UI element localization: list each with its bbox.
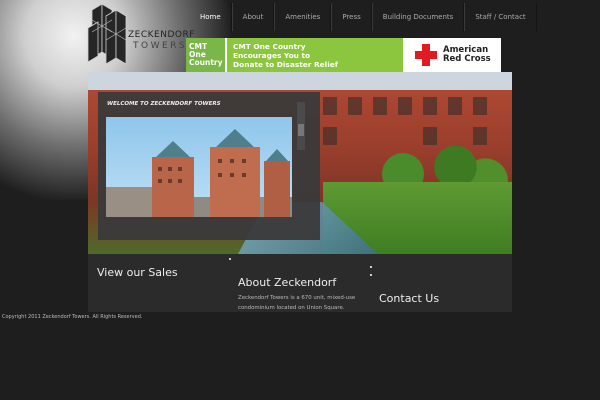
about-heading: About Zeckendorf — [238, 276, 337, 289]
welcome-scrollbar[interactable] — [297, 102, 305, 150]
copyright-text: Copyright 2011 Zeckendorf Towers. All Ri… — [2, 314, 143, 320]
red-cross-icon — [415, 44, 437, 66]
view-sales-link[interactable]: View our Sales — [97, 266, 178, 279]
towers-photo — [106, 117, 292, 217]
main-nav: Home About Amenities Press Building Docu… — [190, 3, 537, 31]
nav-staff-contact[interactable]: Staff / Contact — [464, 3, 537, 31]
cmt-one-country-logo: CMT One Country — [186, 38, 227, 72]
brand-name-line2: TOWERS — [133, 41, 188, 51]
banner-headline: CMT One Country Encourages You to Donate… — [227, 38, 403, 72]
towers-photo-graphic — [106, 129, 292, 217]
welcome-panel: WELCOME TO ZECKENDORF TOWERS — [98, 92, 320, 240]
about-text: Zeckendorf Towers is a 670 unit, mixed-u… — [238, 295, 356, 311]
nav-home[interactable]: Home — [190, 3, 232, 31]
brand-name-line1: ZECKENDORF — [128, 30, 195, 40]
red-cross-area: American Red Cross — [403, 38, 501, 72]
banner-headline-line3: Donate to Disaster Relief — [233, 59, 338, 69]
contact-heading: Contact Us — [379, 292, 440, 305]
nav-press[interactable]: Press — [331, 3, 372, 31]
banner-headline-line2: Encourages You to — [233, 50, 311, 60]
divider-dot — [370, 274, 372, 276]
red-cross-line2: Red Cross — [443, 54, 491, 64]
red-cross-text: American Red Cross — [443, 46, 491, 64]
divider-dot — [229, 258, 231, 260]
nav-building-documents[interactable]: Building Documents — [371, 3, 465, 31]
scrollbar-thumb[interactable] — [298, 124, 304, 136]
welcome-title: WELCOME TO ZECKENDORF TOWERS — [107, 101, 221, 107]
divider-dot — [370, 266, 372, 268]
cmt-logo-line3: Country — [189, 58, 223, 67]
nav-amenities[interactable]: Amenities — [274, 3, 332, 31]
disaster-relief-banner[interactable]: CMT One Country CMT One Country Encourag… — [186, 38, 501, 72]
nav-about[interactable]: About — [231, 3, 275, 31]
banner-headline-line1: CMT One Country — [233, 41, 306, 51]
